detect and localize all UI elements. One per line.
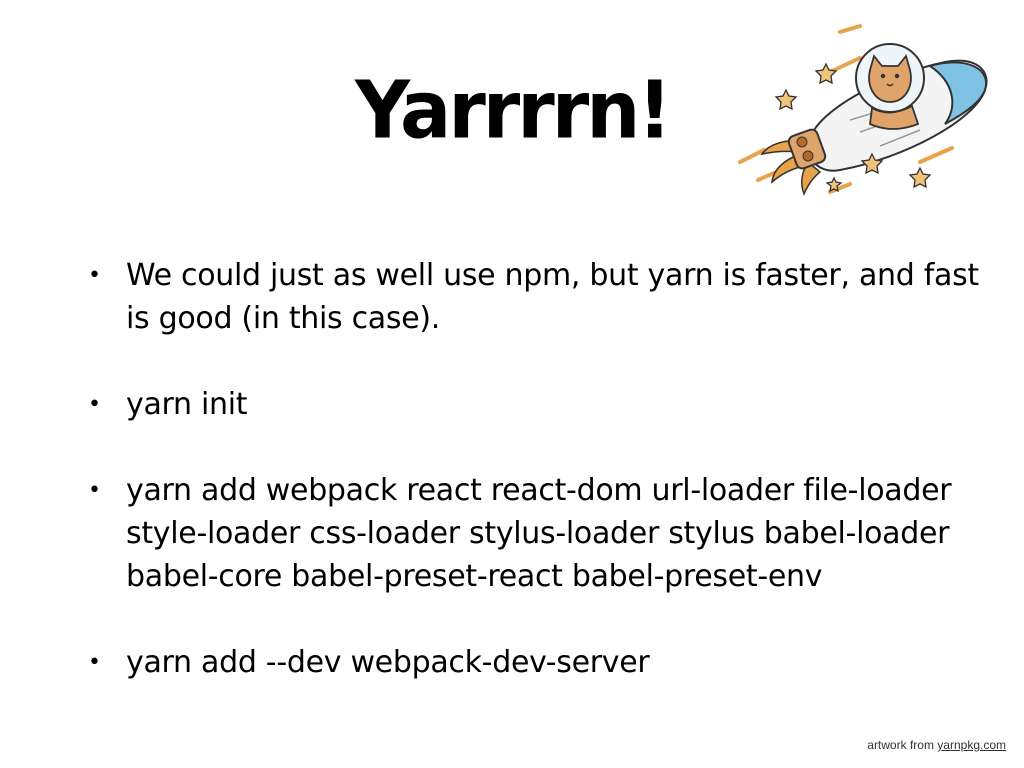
credit-link[interactable]: yarnpkg.com [937, 738, 1006, 752]
slide: Yarrrrn! • We could just as well use npm… [0, 0, 1024, 768]
bullet-item: • yarn add webpack react react-dom url-l… [86, 469, 986, 598]
bullet-item: • yarn init [86, 383, 986, 426]
bullet-dot: • [88, 650, 101, 675]
artwork-credit: artwork from yarnpkg.com [867, 738, 1006, 752]
bullet-text: yarn add --dev webpack-dev-server [126, 645, 650, 680]
bullet-list: • We could just as well use npm, but yar… [86, 254, 986, 727]
bullet-dot: • [88, 478, 101, 503]
bullet-item: • yarn add --dev webpack-dev-server [86, 641, 986, 684]
credit-prefix: artwork from [867, 738, 934, 752]
bullet-text: yarn add webpack react react-dom url-loa… [126, 473, 952, 594]
cat-astronaut-rocket-icon [738, 24, 988, 197]
bullet-dot: • [88, 263, 101, 288]
bullet-item: • We could just as well use npm, but yar… [86, 254, 986, 340]
bullet-dot: • [88, 392, 101, 417]
bullet-text: We could just as well use npm, but yarn … [126, 258, 979, 336]
bullet-text: yarn init [126, 387, 248, 422]
